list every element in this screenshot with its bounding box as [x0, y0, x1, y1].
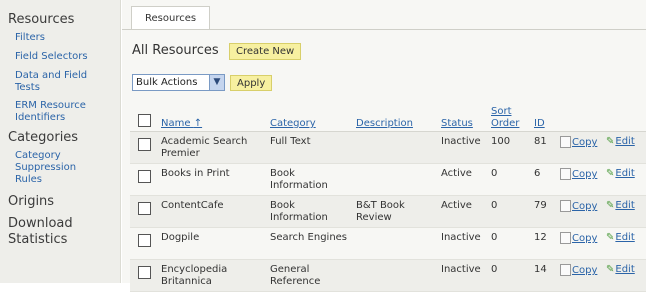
copy-icon [560, 168, 571, 180]
copy-label: Copy [572, 169, 598, 180]
row-checkbox[interactable] [138, 234, 151, 247]
cell-description: B&T Book Review [356, 200, 405, 223]
table-row: Dogpile Search Engines Inactive 0 12 Cop… [130, 228, 646, 260]
cell-name: Dogpile [161, 232, 200, 243]
cell-id: 79 [534, 200, 547, 211]
pencil-icon: ✎ [606, 264, 615, 275]
edit-link[interactable]: ✎Edit [606, 232, 635, 244]
cell-status: Active [441, 200, 472, 211]
row-checkbox[interactable] [138, 202, 151, 215]
cell-name: Academic Search Premier [161, 136, 248, 159]
row-checkbox[interactable] [138, 138, 151, 151]
select-all-checkbox[interactable] [138, 114, 151, 127]
copy-icon [560, 232, 571, 244]
edit-link[interactable]: ✎Edit [606, 168, 635, 180]
copy-icon [560, 136, 571, 148]
copy-link[interactable]: Copy [560, 136, 597, 149]
edit-link[interactable]: ✎Edit [606, 136, 635, 148]
edit-label: Edit [615, 200, 635, 211]
table-row: Academic Search Premier Full Text Inacti… [130, 132, 646, 164]
row-checkbox[interactable] [138, 170, 151, 183]
column-header-category[interactable]: Category [270, 118, 316, 130]
copy-label: Copy [572, 201, 598, 212]
cell-status: Active [441, 168, 472, 179]
sidebar: Resources Filters Field Selectors Data a… [0, 0, 121, 283]
pencil-icon: ✎ [606, 200, 615, 211]
copy-link[interactable]: Copy [560, 168, 597, 181]
cell-category: Full Text [270, 136, 311, 147]
chevron-down-icon[interactable]: ▼ [209, 75, 224, 90]
sidebar-item-filters[interactable]: Filters [0, 32, 120, 44]
sidebar-heading-resources[interactable]: Resources [0, 12, 120, 28]
cell-category: Book Information [270, 200, 328, 223]
table-row: ContentCafe Book Information B&T Book Re… [130, 196, 646, 228]
pencil-icon: ✎ [606, 168, 615, 179]
cell-name: Encyclopedia Britannica [161, 264, 228, 287]
cell-sort-order: 0 [491, 232, 498, 243]
copy-link[interactable]: Copy [560, 264, 597, 277]
cell-sort-order: 0 [491, 264, 498, 275]
sidebar-item-category-suppression[interactable]: Category Suppression Rules [0, 150, 95, 186]
table-row: Books in Print Book Information Active 0… [130, 164, 646, 196]
sidebar-heading-categories[interactable]: Categories [0, 130, 120, 146]
sidebar-item-data-field-tests[interactable]: Data and Field Tests [0, 70, 110, 94]
table-header-row: Name ↑ Category Description Status Sort … [130, 99, 646, 132]
column-header-name[interactable]: Name ↑ [161, 118, 202, 130]
apply-button[interactable]: Apply [230, 75, 273, 91]
column-header-name-label: Name [161, 118, 191, 129]
create-new-button[interactable]: Create New [229, 43, 302, 60]
copy-link[interactable]: Copy [560, 232, 597, 245]
copy-label: Copy [572, 265, 598, 276]
cell-category: General Reference [270, 264, 321, 287]
tab-divider [122, 29, 646, 30]
column-header-sort-order[interactable]: Sort Order [491, 106, 525, 130]
edit-label: Edit [615, 264, 635, 275]
copy-label: Copy [572, 137, 598, 148]
row-checkbox[interactable] [138, 266, 151, 279]
edit-label: Edit [615, 232, 635, 243]
column-header-description[interactable]: Description [356, 118, 413, 130]
main-content: Resources All Resources Create New Bulk … [122, 0, 646, 292]
cell-sort-order: 0 [491, 168, 498, 179]
column-header-status[interactable]: Status [441, 118, 473, 130]
sidebar-heading-origins[interactable]: Origins [0, 194, 120, 210]
copy-link[interactable]: Copy [560, 200, 597, 213]
cell-name: ContentCafe [161, 200, 224, 211]
column-header-id[interactable]: ID [534, 118, 545, 130]
copy-icon [560, 200, 571, 212]
cell-status: Inactive [441, 264, 481, 275]
edit-label: Edit [615, 136, 635, 147]
sidebar-item-field-selectors[interactable]: Field Selectors [0, 51, 120, 63]
table-row: Encyclopedia Britannica General Referenc… [130, 260, 646, 292]
edit-link[interactable]: ✎Edit [606, 264, 635, 276]
cell-id: 14 [534, 264, 547, 275]
pencil-icon: ✎ [606, 232, 615, 243]
page-title: All Resources [132, 43, 219, 58]
cell-category: Book Information [270, 168, 328, 191]
pencil-icon: ✎ [606, 136, 615, 147]
sort-ascending-icon: ↑ [193, 118, 203, 129]
sidebar-item-erm-identifiers[interactable]: ERM Resource Identifiers [0, 100, 110, 124]
bulk-actions-select[interactable]: Bulk Actions ▼ [132, 74, 225, 91]
bulk-actions-value: Bulk Actions [136, 77, 198, 88]
resources-table: Name ↑ Category Description Status Sort … [130, 99, 646, 292]
cell-sort-order: 100 [491, 136, 511, 147]
tab-resources[interactable]: Resources [131, 6, 211, 30]
cell-status: Inactive [441, 232, 481, 243]
copy-label: Copy [572, 233, 598, 244]
cell-id: 6 [534, 168, 541, 179]
sidebar-heading-download-statistics[interactable]: Download Statistics [0, 216, 98, 248]
cell-name: Books in Print [161, 168, 230, 179]
edit-link[interactable]: ✎Edit [606, 200, 635, 212]
copy-icon [560, 264, 571, 276]
cell-id: 12 [534, 232, 547, 243]
cell-category: Search Engines [270, 232, 348, 243]
cell-status: Inactive [441, 136, 481, 147]
cell-id: 81 [534, 136, 547, 147]
edit-label: Edit [615, 168, 635, 179]
cell-sort-order: 0 [491, 200, 498, 211]
